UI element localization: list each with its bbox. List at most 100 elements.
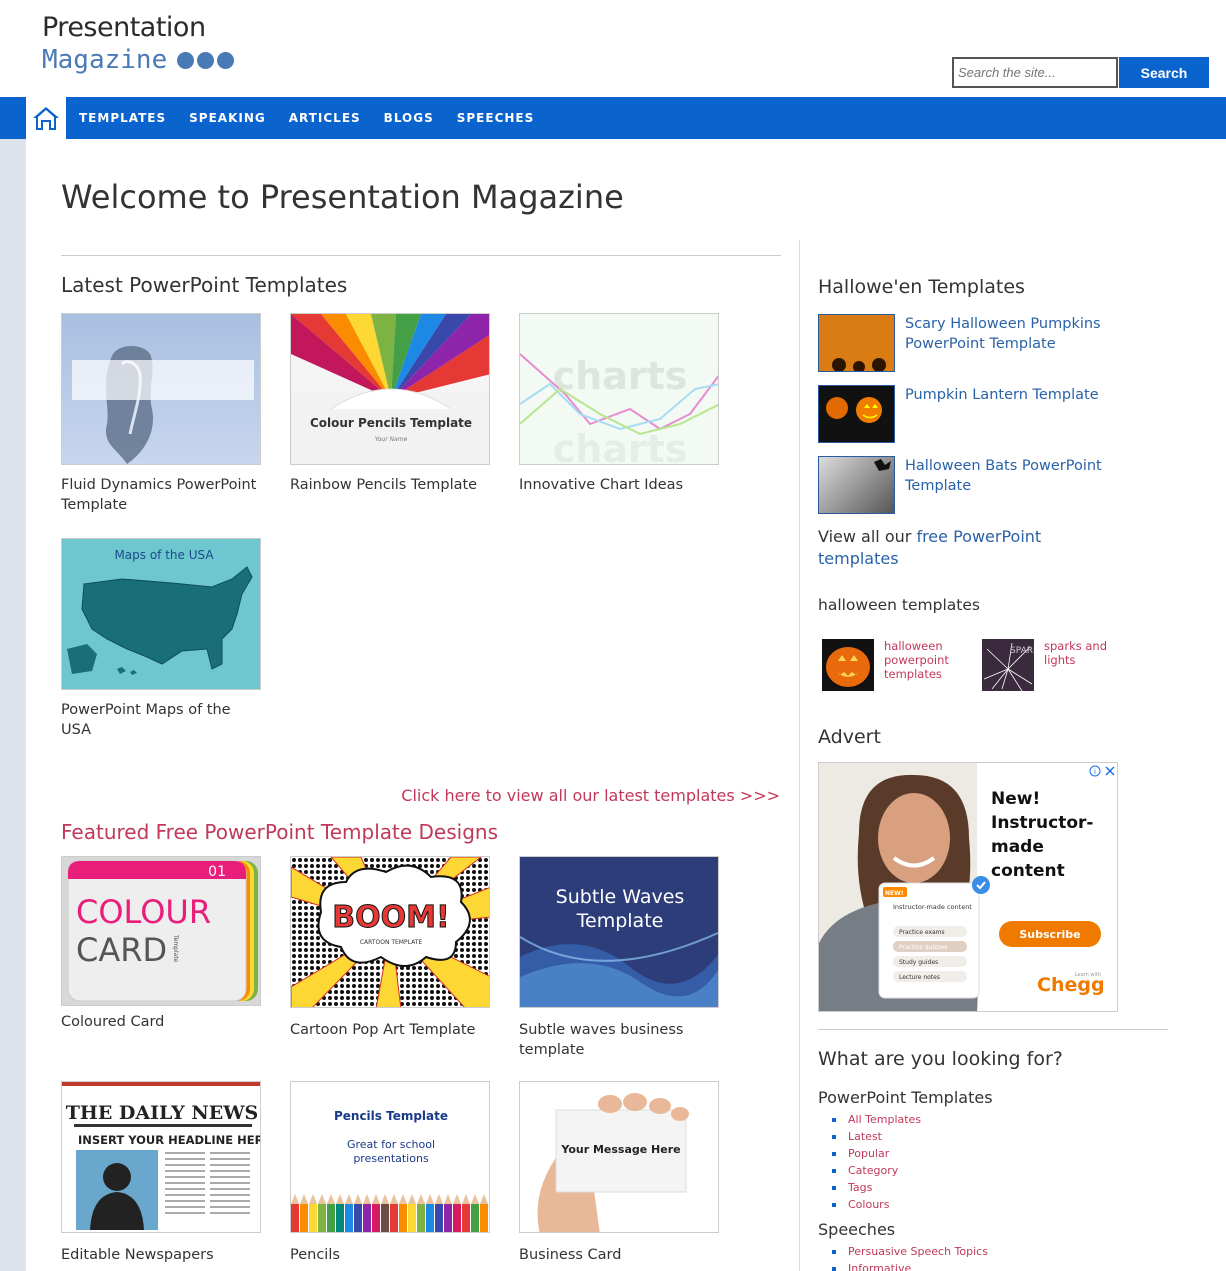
thumb-title: Your Message Here [560, 1143, 680, 1156]
halloween-item[interactable]: Scary Halloween Pumpkins PowerPoint Temp… [818, 314, 1118, 372]
main-nav: TEMPLATES SPEAKING ARTICLES BLOGS SPEECH… [0, 97, 1226, 139]
link-all-templates[interactable]: All Templates [832, 1111, 921, 1128]
thumb-title: THE DAILY NEWS [66, 1102, 259, 1124]
thumb-word: COLOUR [76, 893, 211, 931]
template-caption[interactable]: Fluid Dynamics PowerPoint Template [61, 475, 261, 515]
template-thumb[interactable]: Maps of the USA [61, 538, 261, 690]
template-caption[interactable]: Business Card [519, 1245, 719, 1265]
halloween-item[interactable]: Pumpkin Lantern Template [818, 385, 1118, 443]
template-thumb[interactable]: charts charts [519, 313, 719, 465]
ad-card-item: Practice quizzes [899, 944, 947, 951]
related-link[interactable]: sparks and lights [1044, 639, 1134, 691]
site-header: Presentation Magazine Search [0, 0, 1226, 97]
logo-dots-icon [177, 51, 235, 69]
logo-line1: Presentation [42, 12, 206, 43]
sidebar-divider [818, 1029, 1168, 1030]
template-thumb[interactable]: BOOM! CARTOON TEMPLATE [290, 856, 490, 1008]
template-caption[interactable]: Subtle waves business template [519, 1020, 719, 1060]
thumb-subtitle: CARTOON TEMPLATE [360, 939, 423, 946]
template-thumb[interactable]: Pencils Template Great for school presen… [290, 1081, 490, 1233]
thumb-title: Maps of the USA [114, 548, 214, 562]
template-thumb[interactable]: Your Message Here [519, 1081, 719, 1233]
template-tile-coloured-card[interactable]: 01 COLOUR CARD Template Coloured Card [61, 856, 261, 1032]
thumb-word: charts [553, 354, 688, 398]
logo-line2: Magazine [42, 45, 168, 75]
link-informative[interactable]: Informative [832, 1260, 988, 1271]
advert-banner[interactable]: NEW! Instructor-made content Practice ex… [818, 762, 1118, 1012]
link-tags[interactable]: Tags [832, 1179, 921, 1196]
ad-card-badge: NEW! [885, 890, 903, 897]
template-tile-subtle-waves[interactable]: Subtle Waves Template Subtle waves busin… [519, 856, 719, 1060]
template-tile-pencils[interactable]: Pencils Template Great for school presen… [290, 1081, 490, 1265]
link-category[interactable]: Category [832, 1162, 921, 1179]
halloween-link[interactable]: Pumpkin Lantern Template [905, 385, 1099, 443]
halloween-thumb[interactable] [818, 385, 895, 443]
ad-card-item: Study guides [899, 959, 938, 966]
template-caption[interactable]: Innovative Chart Ideas [519, 475, 719, 495]
template-tile-daily-news[interactable]: THE DAILY NEWS INSERT YOUR HEADLINE HERE… [61, 1081, 261, 1265]
related-item[interactable]: halloween powerpoint templates [822, 639, 974, 691]
speeches-links: Persuasive Speech Topics Informative [832, 1243, 988, 1271]
link-colours[interactable]: Colours [832, 1196, 921, 1213]
template-thumb[interactable]: 01 COLOUR CARD Template [61, 856, 261, 1006]
template-caption[interactable]: PowerPoint Maps of the USA [61, 700, 261, 740]
view-all-latest-link[interactable]: Click here to view all our latest templa… [401, 786, 780, 805]
template-thumb[interactable]: Subtle Waves Template [519, 856, 719, 1008]
template-thumb[interactable]: Colour Pencils Template Your Name [290, 313, 490, 465]
thumb-word: charts [553, 427, 688, 465]
site-logo[interactable]: Presentation Magazine [42, 12, 235, 76]
svg-text:SPARK: SPARK [1010, 646, 1034, 656]
home-icon[interactable] [26, 97, 66, 139]
halloween-thumb[interactable] [818, 456, 895, 514]
nav-blogs[interactable]: BLOGS [384, 111, 434, 125]
ad-card-item: Lecture notes [899, 974, 940, 981]
template-thumb[interactable] [61, 313, 261, 465]
thumb-title: Pencils Template [334, 1109, 448, 1123]
template-tile-rainbow-pencils[interactable]: Colour Pencils Template Your Name Rainbo… [290, 313, 490, 495]
halloween-templates-heading: halloween templates [818, 596, 980, 614]
template-caption[interactable]: Coloured Card [61, 1012, 261, 1032]
svg-text:i: i [1094, 768, 1096, 776]
halloween-item[interactable]: Halloween Bats PowerPoint Template [818, 456, 1118, 514]
link-popular[interactable]: Popular [832, 1145, 921, 1162]
divider [61, 255, 781, 256]
thumb-title: Colour Pencils Template [310, 416, 472, 430]
sparks-icon[interactable]: SPARK [982, 639, 1034, 691]
template-caption[interactable]: Pencils [290, 1245, 490, 1265]
ad-card-title: Instructor-made content [893, 903, 972, 911]
powerpoint-templates-heading: PowerPoint Templates [818, 1088, 993, 1107]
template-thumb[interactable]: THE DAILY NEWS INSERT YOUR HEADLINE HERE [61, 1081, 261, 1233]
template-caption[interactable]: Editable Newspapers [61, 1245, 261, 1265]
featured-heading: Featured Free PowerPoint Template Design… [61, 820, 499, 844]
nav-templates[interactable]: TEMPLATES [79, 111, 166, 125]
halloween-link[interactable]: Scary Halloween Pumpkins PowerPoint Temp… [905, 314, 1118, 372]
nav-speeches[interactable]: SPEECHES [457, 111, 535, 125]
halloween-thumb[interactable] [818, 314, 895, 372]
halloween-link[interactable]: Halloween Bats PowerPoint Template [905, 456, 1118, 514]
nav-speaking[interactable]: SPEAKING [189, 111, 266, 125]
template-tile-chart-ideas[interactable]: charts charts Innovative Chart Ideas [519, 313, 719, 495]
left-gutter [0, 139, 26, 1271]
link-latest[interactable]: Latest [832, 1128, 921, 1145]
search-button[interactable]: Search [1119, 57, 1209, 88]
ad-card-item: Practice exams [899, 929, 945, 936]
related-link[interactable]: halloween powerpoint templates [884, 639, 974, 691]
template-tile-usa-maps[interactable]: Maps of the USA PowerPoint Maps of the U… [61, 538, 261, 740]
thumb-subtitle: Your Name [375, 436, 408, 443]
thumb-word: BOOM! [332, 900, 449, 935]
template-tile-business-card[interactable]: Your Message Here Business Card [519, 1081, 719, 1265]
template-caption[interactable]: Cartoon Pop Art Template [290, 1020, 490, 1040]
thumb-side-label: Template [172, 934, 179, 963]
link-persuasive-speech-topics[interactable]: Persuasive Speech Topics [832, 1243, 988, 1260]
template-tile-fluid[interactable]: Fluid Dynamics PowerPoint Template [61, 313, 261, 515]
thumb-number: 01 [208, 864, 226, 880]
column-divider [799, 240, 800, 1271]
nav-articles[interactable]: ARTICLES [289, 111, 361, 125]
templates-links: All Templates Latest Popular Category Ta… [832, 1111, 921, 1213]
search-input[interactable] [952, 57, 1118, 88]
related-item[interactable]: SPARK sparks and lights [982, 639, 1134, 691]
pumpkin-icon[interactable] [822, 639, 874, 691]
template-tile-cartoon-pop-art[interactable]: BOOM! CARTOON TEMPLATE Cartoon Pop Art T… [290, 856, 490, 1040]
template-caption[interactable]: Rainbow Pencils Template [290, 475, 490, 495]
thumb-subtitle: Great for school presentations [346, 1138, 435, 1165]
